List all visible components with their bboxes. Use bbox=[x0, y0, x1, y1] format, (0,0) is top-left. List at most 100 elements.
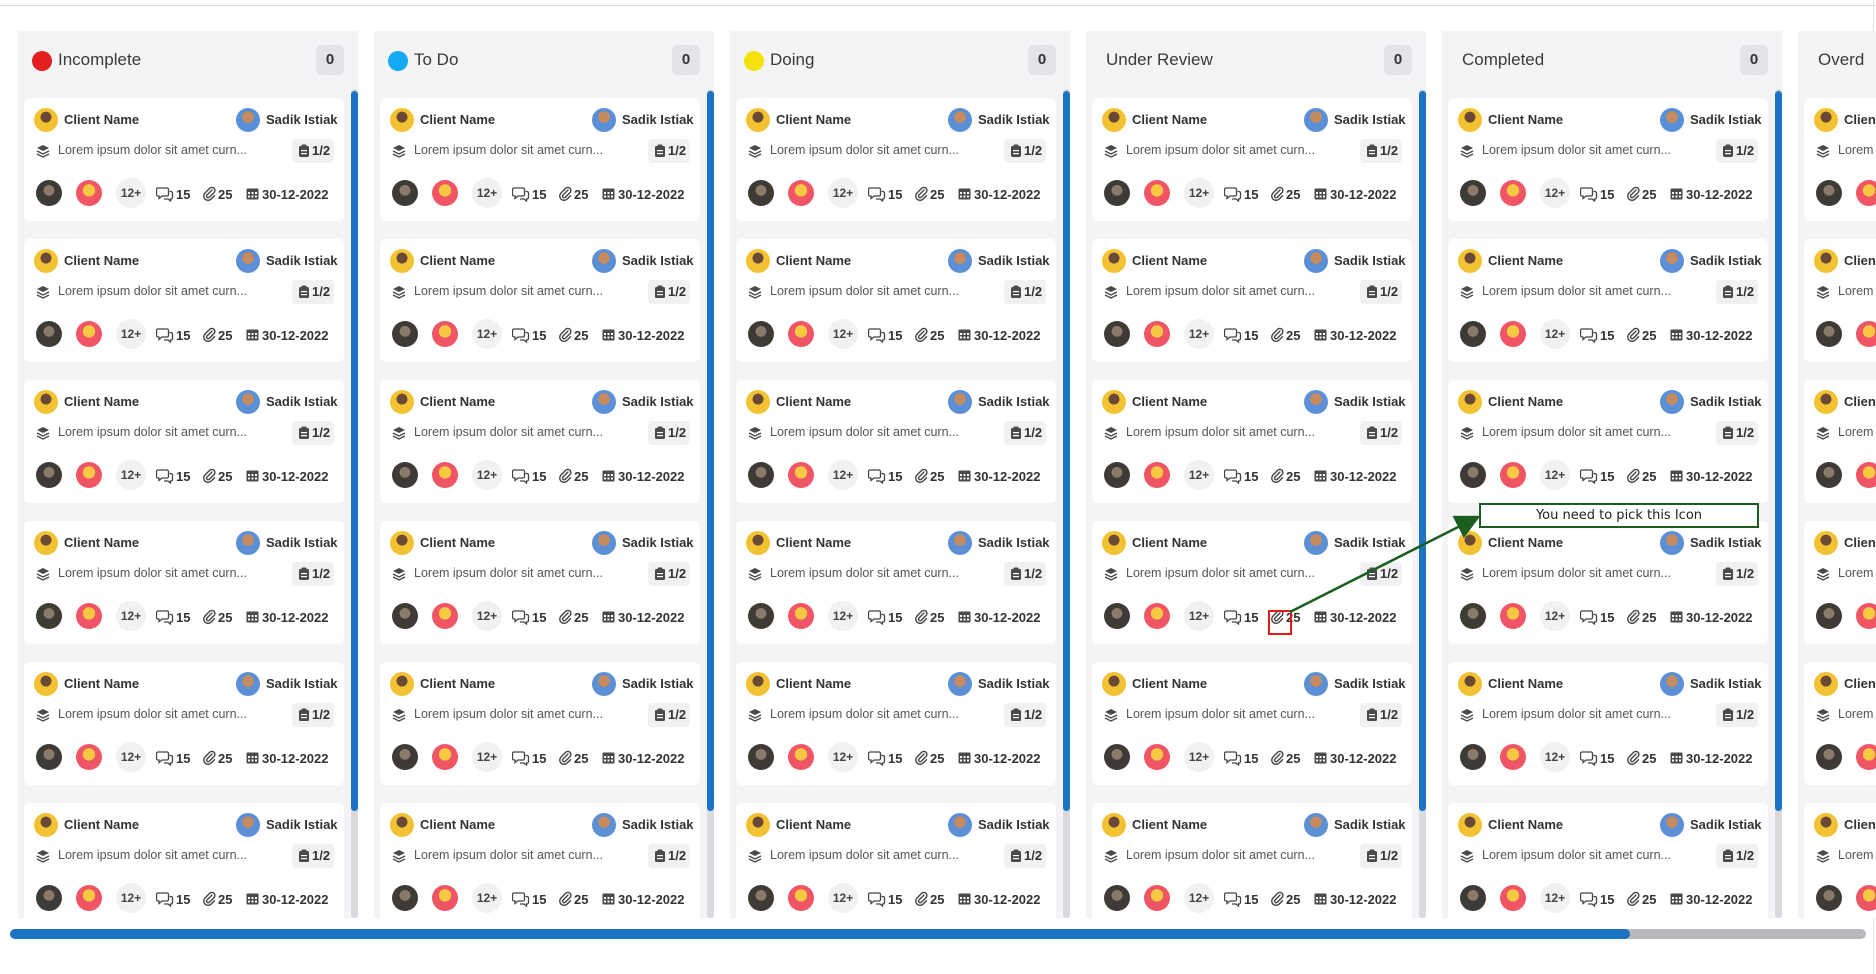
more-members-badge[interactable]: 12+ bbox=[1540, 460, 1570, 490]
more-members-badge[interactable]: 12+ bbox=[828, 601, 858, 631]
more-members-badge[interactable]: 12+ bbox=[1184, 319, 1214, 349]
subtask-badge[interactable]: 1/2 bbox=[1360, 562, 1402, 586]
subtask-badge[interactable]: 1/2 bbox=[292, 844, 334, 868]
member-avatar[interactable] bbox=[748, 321, 774, 347]
member-avatar[interactable] bbox=[788, 321, 814, 347]
chat-icon[interactable] bbox=[1580, 891, 1598, 907]
member-avatar[interactable] bbox=[1500, 744, 1526, 770]
chat-icon[interactable] bbox=[868, 186, 886, 202]
paperclip-icon[interactable] bbox=[1270, 467, 1284, 484]
more-members-badge[interactable]: 12+ bbox=[1184, 601, 1214, 631]
more-members-badge[interactable]: 12+ bbox=[828, 742, 858, 772]
chat-icon[interactable] bbox=[1224, 468, 1242, 484]
task-card[interactable]: Client Name Sadik Istiak Lorem ipsum dol… bbox=[1448, 239, 1768, 362]
chat-icon[interactable] bbox=[156, 186, 174, 202]
member-avatar[interactable] bbox=[748, 603, 774, 629]
member-avatar[interactable] bbox=[36, 180, 62, 206]
more-members-badge[interactable]: 12+ bbox=[116, 601, 146, 631]
chat-icon[interactable] bbox=[156, 891, 174, 907]
member-avatar[interactable] bbox=[1104, 462, 1130, 488]
paperclip-icon[interactable] bbox=[1626, 326, 1640, 343]
chat-icon[interactable] bbox=[1224, 750, 1242, 766]
more-members-badge[interactable]: 12+ bbox=[116, 319, 146, 349]
subtask-badge[interactable]: 1/2 bbox=[1716, 421, 1758, 445]
paperclip-icon[interactable] bbox=[558, 749, 572, 766]
subtask-badge[interactable]: 1/2 bbox=[292, 421, 334, 445]
paperclip-icon[interactable] bbox=[914, 890, 928, 907]
member-avatar[interactable] bbox=[1856, 462, 1876, 488]
member-avatar[interactable] bbox=[1856, 180, 1876, 206]
task-card[interactable]: Client Name Sadik Istiak Lorem ipsum dol… bbox=[24, 239, 344, 362]
member-avatar[interactable] bbox=[748, 462, 774, 488]
task-card[interactable]: Client Name Sadik Istiak Lorem ipsum dol… bbox=[1092, 521, 1412, 644]
chat-icon[interactable] bbox=[1224, 327, 1242, 343]
more-members-badge[interactable]: 12+ bbox=[472, 319, 502, 349]
member-avatar[interactable] bbox=[76, 180, 102, 206]
chat-icon[interactable] bbox=[868, 327, 886, 343]
task-card[interactable]: Client Name Sadik Istiak Lorem ipsum dol… bbox=[1092, 98, 1412, 221]
subtask-badge[interactable]: 1/2 bbox=[1716, 562, 1758, 586]
member-avatar[interactable] bbox=[1500, 603, 1526, 629]
member-avatar[interactable] bbox=[76, 603, 102, 629]
task-card[interactable]: Client Name Sadik Istiak Lorem ipsum dol… bbox=[24, 662, 344, 785]
task-card[interactable]: Client Name Sadik Istiak Lorem ipsum dol… bbox=[24, 98, 344, 221]
more-members-badge[interactable]: 12+ bbox=[116, 883, 146, 913]
more-members-badge[interactable]: 12+ bbox=[828, 460, 858, 490]
member-avatar[interactable] bbox=[1104, 744, 1130, 770]
member-avatar[interactable] bbox=[788, 462, 814, 488]
task-card[interactable]: Client Name Sadik Istiak Lorem ipsum dol… bbox=[24, 380, 344, 503]
member-avatar[interactable] bbox=[748, 744, 774, 770]
more-members-badge[interactable]: 12+ bbox=[1184, 742, 1214, 772]
member-avatar[interactable] bbox=[1144, 462, 1170, 488]
paperclip-icon[interactable] bbox=[1626, 890, 1640, 907]
task-card[interactable]: Client Name Sadik Istiak Lorem ipsum dol… bbox=[736, 662, 1056, 785]
subtask-badge[interactable]: 1/2 bbox=[1716, 703, 1758, 727]
column-scrollbar-thumb[interactable] bbox=[1063, 91, 1070, 811]
task-card[interactable]: Client Name Sadik Istiak Lorem ipsum dol… bbox=[1092, 239, 1412, 362]
paperclip-icon[interactable] bbox=[558, 467, 572, 484]
chat-icon[interactable] bbox=[1580, 186, 1598, 202]
paperclip-icon[interactable] bbox=[1270, 890, 1284, 907]
paperclip-icon[interactable] bbox=[914, 749, 928, 766]
chat-icon[interactable] bbox=[512, 750, 530, 766]
paperclip-icon[interactable] bbox=[202, 608, 216, 625]
member-avatar[interactable] bbox=[748, 180, 774, 206]
member-avatar[interactable] bbox=[1460, 744, 1486, 770]
member-avatar[interactable] bbox=[1500, 885, 1526, 911]
subtask-badge[interactable]: 1/2 bbox=[292, 139, 334, 163]
paperclip-icon[interactable] bbox=[202, 749, 216, 766]
member-avatar[interactable] bbox=[748, 885, 774, 911]
more-members-badge[interactable]: 12+ bbox=[1540, 601, 1570, 631]
more-members-badge[interactable]: 12+ bbox=[116, 742, 146, 772]
member-avatar[interactable] bbox=[1816, 321, 1842, 347]
task-card[interactable]: Client Name Sadik Istiak Lorem ipsum dol… bbox=[736, 521, 1056, 644]
chat-icon[interactable] bbox=[868, 891, 886, 907]
task-card[interactable]: Client Name Sadik Istiak Lorem ipsum dol… bbox=[1092, 380, 1412, 503]
paperclip-icon[interactable] bbox=[1270, 185, 1284, 202]
task-card[interactable]: Client Name Sadik Istiak Lorem ipsum dol… bbox=[736, 380, 1056, 503]
task-card[interactable]: Client Name Sadik Istiak Lorem ipsum dol… bbox=[1804, 98, 1876, 221]
paperclip-icon[interactable] bbox=[914, 185, 928, 202]
more-members-badge[interactable]: 12+ bbox=[116, 460, 146, 490]
member-avatar[interactable] bbox=[1460, 885, 1486, 911]
chat-icon[interactable] bbox=[512, 891, 530, 907]
more-members-badge[interactable]: 12+ bbox=[472, 460, 502, 490]
member-avatar[interactable] bbox=[392, 744, 418, 770]
more-members-badge[interactable]: 12+ bbox=[1184, 460, 1214, 490]
paperclip-icon[interactable] bbox=[202, 326, 216, 343]
subtask-badge[interactable]: 1/2 bbox=[292, 562, 334, 586]
chat-icon[interactable] bbox=[512, 327, 530, 343]
paperclip-icon[interactable] bbox=[1626, 185, 1640, 202]
paperclip-icon[interactable] bbox=[1626, 749, 1640, 766]
task-card[interactable]: Client Name Sadik Istiak Lorem ipsum dol… bbox=[380, 662, 700, 785]
more-members-badge[interactable]: 12+ bbox=[1540, 883, 1570, 913]
task-card[interactable]: Client Name Sadik Istiak Lorem ipsum dol… bbox=[1448, 380, 1768, 503]
member-avatar[interactable] bbox=[1104, 180, 1130, 206]
paperclip-icon[interactable] bbox=[202, 185, 216, 202]
chat-icon[interactable] bbox=[156, 609, 174, 625]
chat-icon[interactable] bbox=[156, 750, 174, 766]
task-card[interactable]: Client Name Sadik Istiak Lorem ipsum dol… bbox=[1092, 803, 1412, 918]
more-members-badge[interactable]: 12+ bbox=[1184, 178, 1214, 208]
subtask-badge[interactable]: 1/2 bbox=[292, 703, 334, 727]
member-avatar[interactable] bbox=[1144, 744, 1170, 770]
